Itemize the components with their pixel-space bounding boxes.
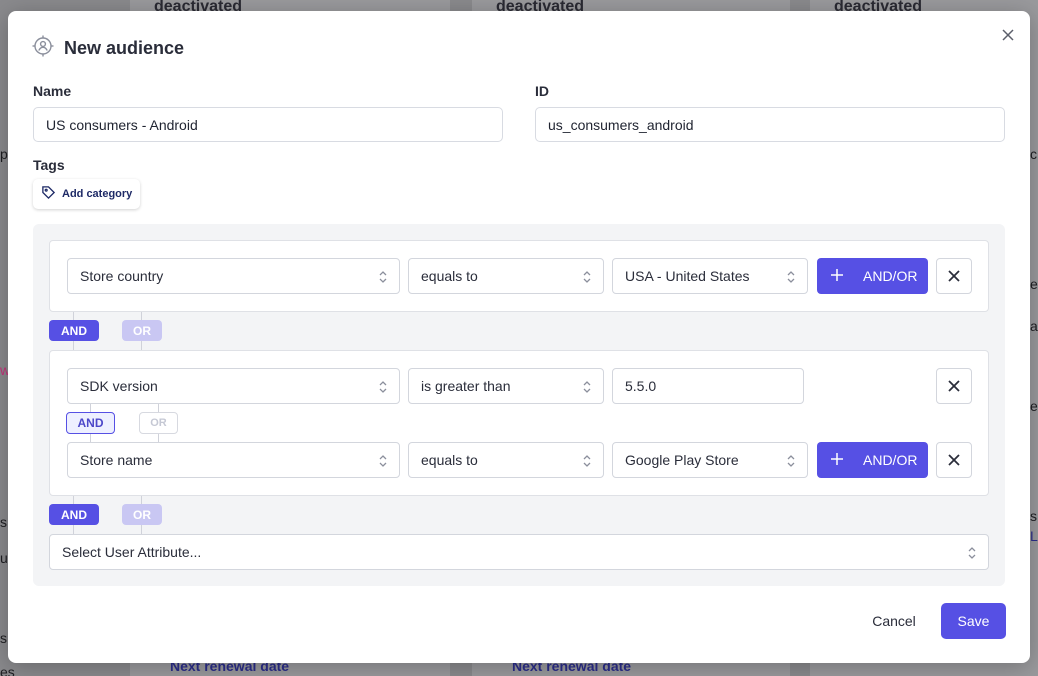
close-icon: [948, 270, 960, 282]
background-text-fragment: e: [1030, 398, 1038, 414]
rule-group: SDK version is greater than 5.5.0 AND OR…: [49, 350, 989, 496]
chevron-updown-icon: [379, 381, 387, 393]
operator-select[interactable]: is greater than: [408, 368, 604, 404]
background-text-fragment: s: [0, 630, 7, 646]
tags-label: Tags: [33, 157, 65, 173]
add-and-or-label: AND/OR: [863, 452, 918, 468]
add-and-or-label: AND/OR: [863, 268, 918, 284]
attribute-select-value: Store country: [80, 268, 164, 284]
operator-select-value: equals to: [421, 268, 478, 284]
chevron-updown-icon: [379, 271, 387, 283]
operator-select[interactable]: equals to: [408, 442, 604, 478]
or-toggle[interactable]: OR: [139, 412, 178, 434]
remove-condition-button[interactable]: [936, 258, 972, 294]
attribute-select[interactable]: Store country: [67, 258, 400, 294]
value-input-text: 5.5.0: [625, 378, 657, 394]
rule-group: Store country equals to USA - United Sta…: [49, 240, 989, 312]
close-icon[interactable]: [1000, 27, 1016, 43]
add-category-button[interactable]: Add category: [33, 179, 141, 209]
chevron-updown-icon: [787, 271, 795, 283]
close-icon: [948, 380, 960, 392]
background-text-fragment: e: [1030, 276, 1038, 292]
new-audience-dialog: New audience Name ID Tags Add category S…: [8, 11, 1030, 663]
value-input[interactable]: 5.5.0: [612, 368, 804, 404]
name-label: Name: [33, 83, 72, 99]
rules-builder: Store country equals to USA - United Sta…: [33, 224, 1005, 586]
value-select[interactable]: USA - United States: [612, 258, 808, 294]
chevron-updown-icon: [787, 455, 795, 467]
or-toggle[interactable]: OR: [122, 320, 162, 341]
id-field[interactable]: [535, 107, 1005, 142]
operator-select-value: is greater than: [421, 378, 511, 394]
close-icon: [948, 454, 960, 466]
name-field[interactable]: [33, 107, 503, 142]
background-text-fragment: p: [0, 146, 8, 162]
attribute-select-value: SDK version: [80, 378, 158, 394]
value-select[interactable]: Google Play Store: [612, 442, 808, 478]
dialog-header: New audience: [32, 35, 184, 62]
remove-condition-button[interactable]: [936, 368, 972, 404]
add-and-or-button[interactable]: AND/OR: [817, 258, 928, 294]
chevron-updown-icon: [583, 271, 591, 283]
and-toggle[interactable]: AND: [49, 320, 99, 341]
attribute-select[interactable]: SDK version: [67, 368, 400, 404]
or-toggle[interactable]: OR: [122, 504, 162, 525]
chevron-updown-icon: [968, 547, 976, 559]
plus-icon: [831, 452, 843, 468]
cancel-button[interactable]: Cancel: [862, 603, 926, 639]
select-user-attribute[interactable]: Select User Attribute...: [49, 534, 989, 570]
background-text-fragment: s: [0, 514, 7, 530]
dialog-title: New audience: [64, 38, 185, 58]
background-text-fragment: es: [0, 664, 15, 676]
select-user-attribute-placeholder: Select User Attribute...: [62, 544, 202, 560]
background-text-fragment: s: [1030, 508, 1037, 524]
chevron-updown-icon: [379, 455, 387, 467]
add-and-or-button[interactable]: AND/OR: [817, 442, 928, 478]
value-select-value: Google Play Store: [625, 452, 739, 468]
and-toggle[interactable]: AND: [66, 412, 115, 434]
plus-icon: [831, 268, 843, 284]
attribute-select-value: Store name: [80, 452, 153, 468]
background-text-fragment: L: [1030, 528, 1038, 544]
add-category-label: Add category: [62, 188, 133, 200]
background-text-fragment: ac: [1030, 318, 1038, 334]
chevron-updown-icon: [583, 455, 591, 467]
audience-target-icon: [32, 35, 54, 62]
attribute-select[interactable]: Store name: [67, 442, 400, 478]
operator-select-value: equals to: [421, 452, 478, 468]
id-label: ID: [535, 83, 549, 99]
value-select-value: USA - United States: [625, 268, 750, 284]
remove-condition-button[interactable]: [936, 442, 972, 478]
save-button[interactable]: Save: [941, 603, 1006, 639]
and-toggle[interactable]: AND: [49, 504, 99, 525]
tag-icon: [41, 185, 56, 203]
background-text-fragment: c: [1030, 146, 1037, 162]
operator-select[interactable]: equals to: [408, 258, 604, 294]
chevron-updown-icon: [583, 381, 591, 393]
